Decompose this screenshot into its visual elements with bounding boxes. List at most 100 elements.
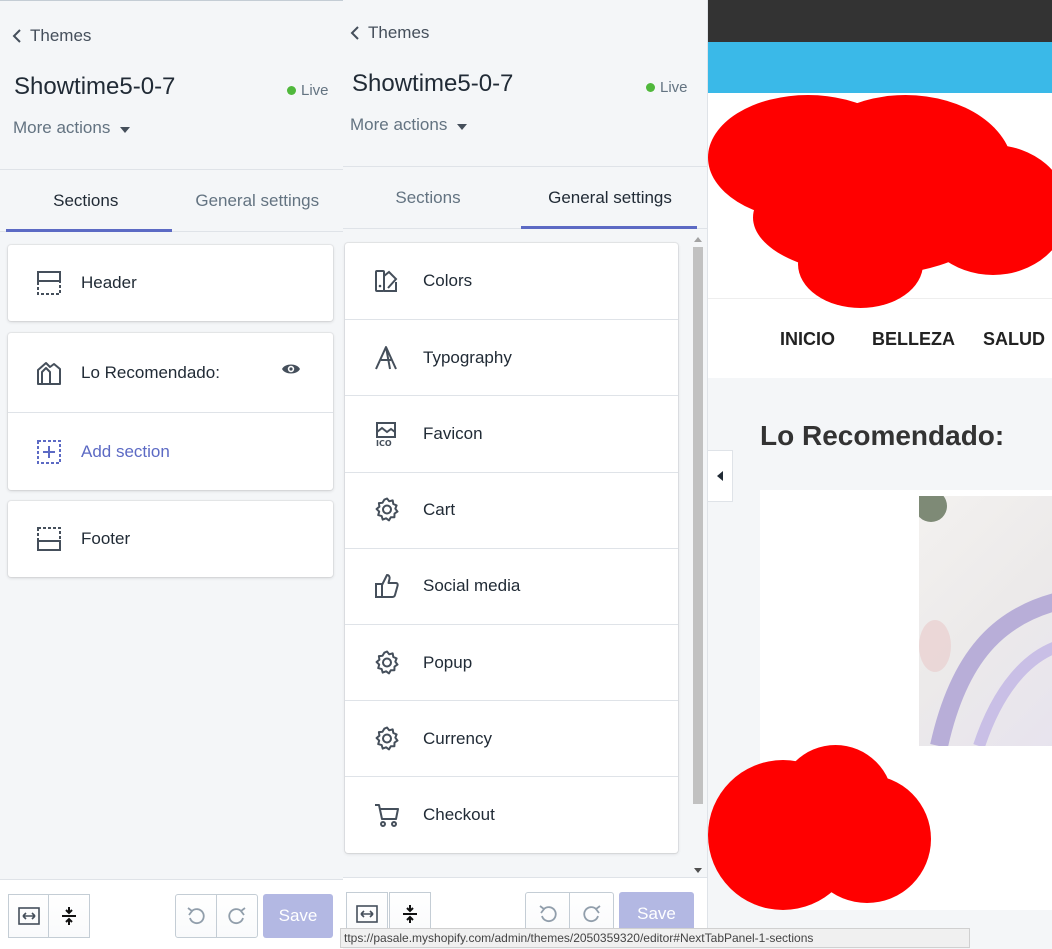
add-section-icon bbox=[35, 438, 63, 466]
settings-list: Colors Typography ICO Favicon Cart Socia… bbox=[345, 243, 678, 853]
more-actions-dropdown[interactable]: More actions bbox=[350, 115, 468, 135]
scrollbar-thumb[interactable] bbox=[693, 247, 703, 804]
more-actions-label: More actions bbox=[13, 118, 111, 137]
settings-item-label: Typography bbox=[423, 347, 512, 367]
typography-icon bbox=[373, 344, 401, 372]
settings-item-currency[interactable]: Currency bbox=[345, 700, 678, 776]
theme-name: Showtime5-0-7 bbox=[14, 73, 176, 100]
section-footer-label: Footer bbox=[81, 529, 131, 548]
back-to-themes-link[interactable]: Themes bbox=[12, 26, 91, 46]
scroll-up-arrow-icon[interactable] bbox=[694, 237, 702, 242]
header-layout-icon bbox=[35, 269, 63, 297]
more-actions-label: More actions bbox=[350, 115, 448, 134]
collapse-sidebar-button[interactable] bbox=[707, 450, 733, 502]
footer-section-card: Footer bbox=[8, 501, 333, 577]
settings-item-label: Popup bbox=[423, 652, 473, 672]
live-dot-icon bbox=[287, 86, 296, 95]
undo-button[interactable] bbox=[175, 894, 217, 938]
tab-sections[interactable]: Sections bbox=[0, 170, 172, 232]
live-label: Live bbox=[301, 82, 329, 99]
colors-icon bbox=[373, 267, 401, 295]
tab-sections-label: Sections bbox=[53, 190, 119, 210]
cart-icon bbox=[373, 801, 401, 829]
redo-button[interactable] bbox=[216, 894, 258, 938]
more-actions-dropdown[interactable]: More actions bbox=[13, 118, 131, 138]
undo-icon bbox=[538, 905, 557, 923]
back-label: Themes bbox=[30, 26, 92, 45]
template-sections-card: Lo Recomendado: Add section bbox=[8, 333, 333, 490]
section-lo-recomendado-label: Lo Recomendado: bbox=[81, 362, 220, 382]
bottom-toolbar: Save bbox=[0, 879, 343, 949]
add-section-button[interactable]: Add section bbox=[8, 412, 333, 490]
tab-sections[interactable]: Sections bbox=[343, 167, 513, 228]
gear-icon bbox=[373, 649, 401, 677]
general-settings-panel: Themes Showtime5-0-7 Live More actions S… bbox=[343, 0, 707, 948]
settings-item-label: Colors bbox=[423, 271, 473, 291]
back-label: Themes bbox=[368, 23, 430, 42]
scroll-down-arrow-icon[interactable] bbox=[694, 868, 702, 873]
settings-item-social-media[interactable]: Social media bbox=[345, 547, 678, 624]
redaction-mark bbox=[798, 220, 923, 308]
tab-bar: Sections General settings bbox=[343, 167, 707, 229]
compress-icon bbox=[403, 905, 417, 923]
settings-item-popup[interactable]: Popup bbox=[345, 623, 678, 700]
storefront-preview: INICIO BELLEZA SALUD Lo Recomendado: bbox=[707, 0, 1052, 948]
product-photo bbox=[915, 490, 1052, 748]
tab-general-settings-label: General settings bbox=[195, 190, 320, 210]
preview-nav: INICIO BELLEZA SALUD bbox=[708, 298, 1052, 378]
collapse-button[interactable] bbox=[48, 894, 90, 938]
add-section-label: Add section bbox=[81, 441, 170, 461]
header-section-card: Header bbox=[8, 245, 333, 321]
preview-top-bar bbox=[708, 0, 1052, 42]
status-bar-url: ttps://pasale.myshopify.com/admin/themes… bbox=[340, 928, 970, 948]
svg-text:ICO: ICO bbox=[376, 439, 392, 447]
thumbs-up-icon bbox=[373, 572, 401, 600]
settings-item-cart[interactable]: Cart bbox=[345, 471, 678, 548]
redo-icon bbox=[228, 907, 246, 925]
settings-item-typography[interactable]: Typography bbox=[345, 319, 678, 395]
caret-left-icon bbox=[717, 471, 723, 481]
nav-link-inicio[interactable]: INICIO bbox=[780, 329, 835, 350]
preview-section-title: Lo Recomendado: bbox=[760, 420, 1005, 451]
tab-general-settings[interactable]: General settings bbox=[172, 170, 344, 231]
full-width-button[interactable] bbox=[8, 894, 50, 938]
favicon-icon: ICO bbox=[373, 420, 401, 448]
save-button[interactable]: Save bbox=[263, 894, 333, 938]
theme-name: Showtime5-0-7 bbox=[352, 70, 514, 97]
settings-item-label: Currency bbox=[423, 728, 492, 748]
settings-item-favicon[interactable]: ICO Favicon bbox=[345, 395, 678, 471]
tab-general-settings-label: General settings bbox=[548, 187, 672, 207]
section-footer[interactable]: Footer bbox=[8, 501, 333, 577]
section-lo-recomendado[interactable]: Lo Recomendado: bbox=[8, 333, 333, 412]
live-badge: Live bbox=[646, 79, 688, 96]
live-badge: Live bbox=[287, 82, 329, 99]
redaction-mark bbox=[803, 775, 931, 903]
settings-item-label: Cart bbox=[423, 500, 456, 520]
settings-item-colors[interactable]: Colors bbox=[345, 243, 678, 319]
chevron-left-icon bbox=[350, 26, 359, 40]
preview-product-image[interactable] bbox=[915, 490, 1052, 748]
expand-width-icon bbox=[356, 905, 378, 923]
section-header[interactable]: Header bbox=[8, 245, 333, 321]
back-to-themes-link[interactable]: Themes bbox=[350, 23, 429, 43]
caret-down-icon bbox=[457, 123, 468, 130]
expand-width-icon bbox=[18, 907, 40, 925]
compress-icon bbox=[62, 907, 76, 925]
gear-icon bbox=[373, 496, 401, 524]
settings-item-checkout[interactable]: Checkout bbox=[345, 776, 678, 852]
nav-link-salud[interactable]: SALUD bbox=[983, 329, 1045, 350]
nav-link-belleza[interactable]: BELLEZA bbox=[872, 329, 955, 350]
featured-collection-icon bbox=[35, 359, 63, 387]
section-header-label: Header bbox=[81, 273, 137, 292]
footer-layout-icon bbox=[35, 525, 63, 553]
sections-panel: Themes Showtime5-0-7 Live More actions S… bbox=[0, 0, 343, 949]
tab-sections-label: Sections bbox=[395, 187, 461, 207]
settings-item-label: Favicon bbox=[423, 423, 483, 443]
tab-bar: Sections General settings bbox=[0, 170, 343, 232]
redo-icon bbox=[582, 905, 601, 923]
gear-icon bbox=[373, 725, 401, 753]
eye-icon[interactable] bbox=[281, 362, 301, 376]
settings-item-label: Checkout bbox=[423, 804, 495, 824]
live-dot-icon bbox=[646, 83, 655, 92]
tab-general-settings[interactable]: General settings bbox=[513, 167, 707, 229]
